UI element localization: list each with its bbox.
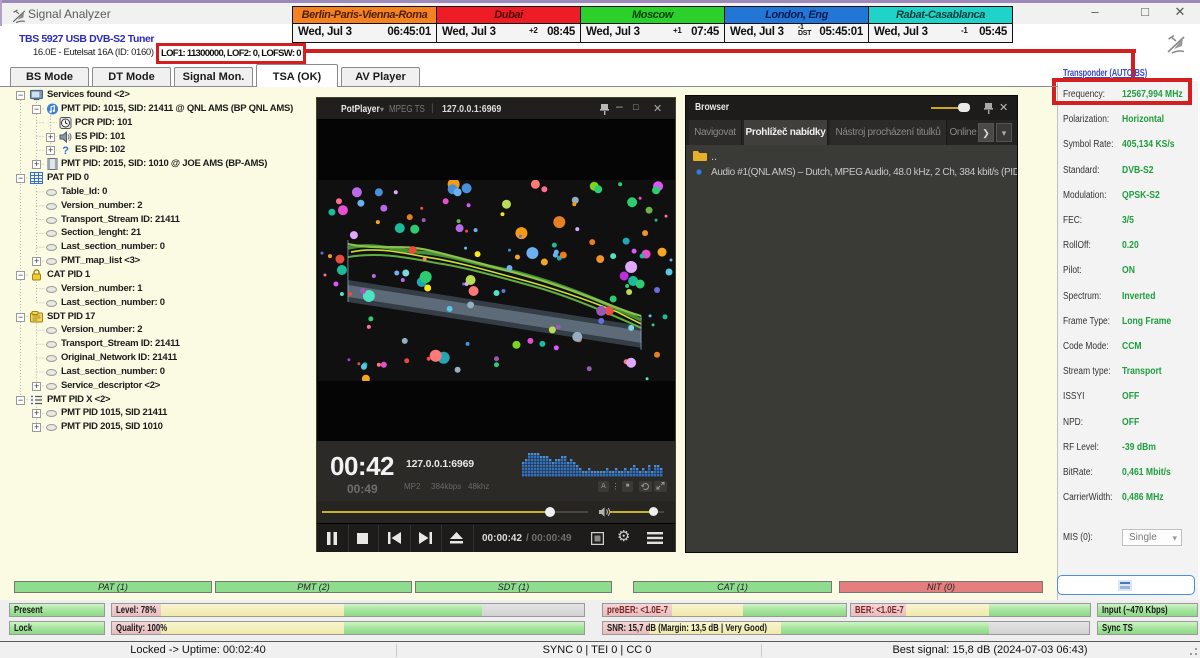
- svg-text:?: ?: [62, 145, 69, 156]
